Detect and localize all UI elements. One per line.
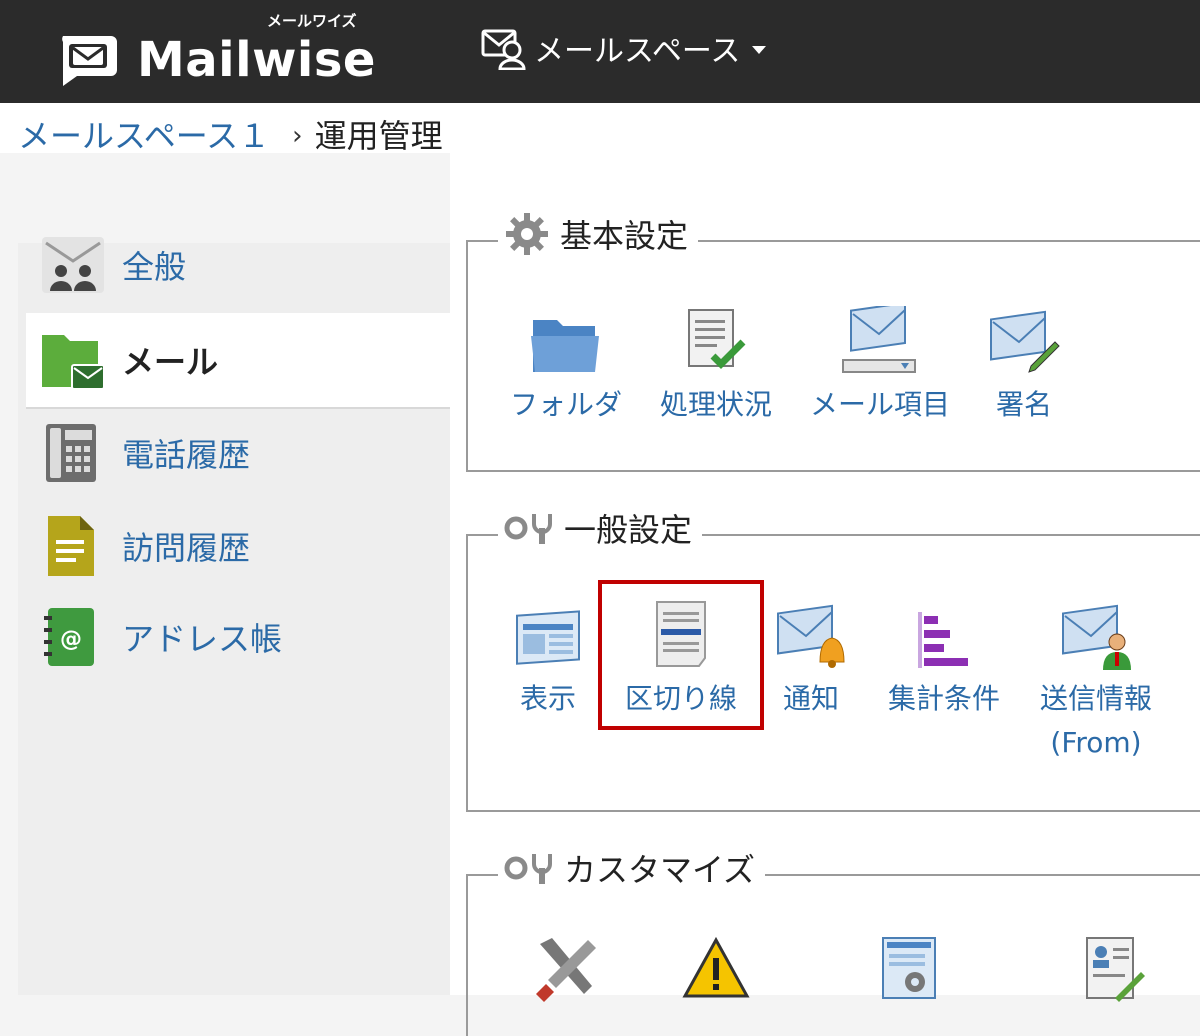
top-header-bar: メールワイズ Mailwise メールスペース — [0, 0, 1200, 103]
tile-sender-info[interactable]: 送信情報 (From) — [1026, 594, 1166, 764]
tile-folder[interactable]: フォルダ — [496, 300, 636, 426]
tile-status[interactable]: 処理状況 — [646, 300, 786, 426]
section-legend: カスタマイズ — [498, 846, 766, 890]
aggregate-chart-icon — [918, 612, 968, 668]
tools-icon — [504, 514, 552, 544]
breadcrumb-current: 運用管理 — [314, 117, 443, 155]
sidebar-item-phone[interactable]: 電話履歴 — [18, 413, 450, 493]
page-settings-icon — [882, 937, 936, 999]
logo-text: Mailwise — [137, 32, 376, 88]
section-title: 基本設定 — [560, 217, 689, 255]
wrench-screwdriver-icon — [536, 938, 596, 1002]
tile-label: 集計条件 — [887, 682, 1000, 715]
display-icon — [516, 610, 580, 665]
tile-label: 署名 — [995, 388, 1052, 421]
general-users-icon — [42, 237, 104, 293]
mail-folder-icon — [42, 335, 105, 390]
tile-label-secondary: (From) — [1050, 726, 1142, 759]
tile-label: 送信情報 — [1039, 682, 1152, 715]
sidebar-item-label: メール — [122, 343, 219, 381]
tile-label: 処理状況 — [659, 388, 772, 421]
tile-label: フォルダ — [509, 388, 622, 421]
tile-aggregate[interactable]: 集計条件 — [874, 594, 1014, 720]
breadcrumb: メールスペース１ › 運用管理 — [18, 114, 443, 158]
sidebar-item-visit[interactable]: 訪問履歴 — [18, 506, 450, 586]
tile-display[interactable]: 表示 — [478, 594, 618, 720]
profile-edit-icon — [1086, 937, 1145, 1002]
tile-label: メール項目 — [810, 388, 951, 421]
phone-icon — [46, 424, 96, 482]
sidebar: 全般 メール 電話履歴 訪問履歴 @ アドレス帳 — [18, 237, 450, 995]
tile-custom-edit-profile[interactable] — [1044, 934, 1184, 1010]
mailspace-label: メールスペース — [534, 34, 741, 69]
section-title: カスタマイズ — [564, 851, 756, 889]
sidebar-item-address-book[interactable]: @ アドレス帳 — [18, 597, 450, 677]
status-checklist-icon — [688, 309, 746, 369]
warning-icon — [682, 936, 750, 998]
folder-icon — [531, 320, 599, 372]
gear-icon — [506, 213, 548, 255]
tile-signature[interactable]: 署名 — [954, 300, 1094, 426]
tools-icon — [504, 854, 552, 884]
visit-document-icon — [48, 516, 94, 576]
tile-mail-fields[interactable]: メール項目 — [810, 300, 950, 426]
notification-bell-icon — [777, 604, 845, 668]
mailwise-logo-icon — [62, 36, 117, 86]
logo-subtext: メールワイズ — [267, 12, 357, 30]
signature-icon — [990, 310, 1060, 373]
section-title: 一般設定 — [564, 511, 693, 549]
tile-custom-warning[interactable] — [646, 934, 786, 1010]
sidebar-item-mail[interactable]: メール — [26, 313, 450, 409]
tile-custom-settings-page[interactable] — [840, 934, 980, 1010]
sidebar-item-label: アドレス帳 — [122, 620, 283, 658]
sender-info-icon — [1062, 604, 1131, 670]
svg-text:@: @ — [60, 627, 82, 652]
sidebar-item-label: 訪問履歴 — [122, 529, 251, 567]
mailspace-dropdown[interactable]: メールスペース — [480, 25, 767, 71]
sidebar-item-label: 電話履歴 — [122, 436, 251, 474]
tile-label: 表示 — [519, 682, 576, 715]
sidebar-item-general[interactable]: 全般 — [18, 225, 450, 305]
chevron-down-icon — [752, 46, 767, 54]
highlight-box — [598, 580, 764, 730]
section-legend: 一般設定 — [498, 506, 703, 550]
section-legend: 基本設定 — [498, 212, 699, 256]
breadcrumb-separator: › — [292, 121, 303, 151]
address-book-icon: @ — [44, 608, 94, 666]
sidebar-item-label: 全般 — [122, 248, 187, 286]
mail-fields-icon — [842, 306, 916, 373]
mailspace-user-icon — [481, 29, 526, 70]
breadcrumb-mailspace-link[interactable]: メールスペース１ — [18, 114, 270, 158]
tile-custom-tools[interactable] — [497, 934, 637, 1010]
